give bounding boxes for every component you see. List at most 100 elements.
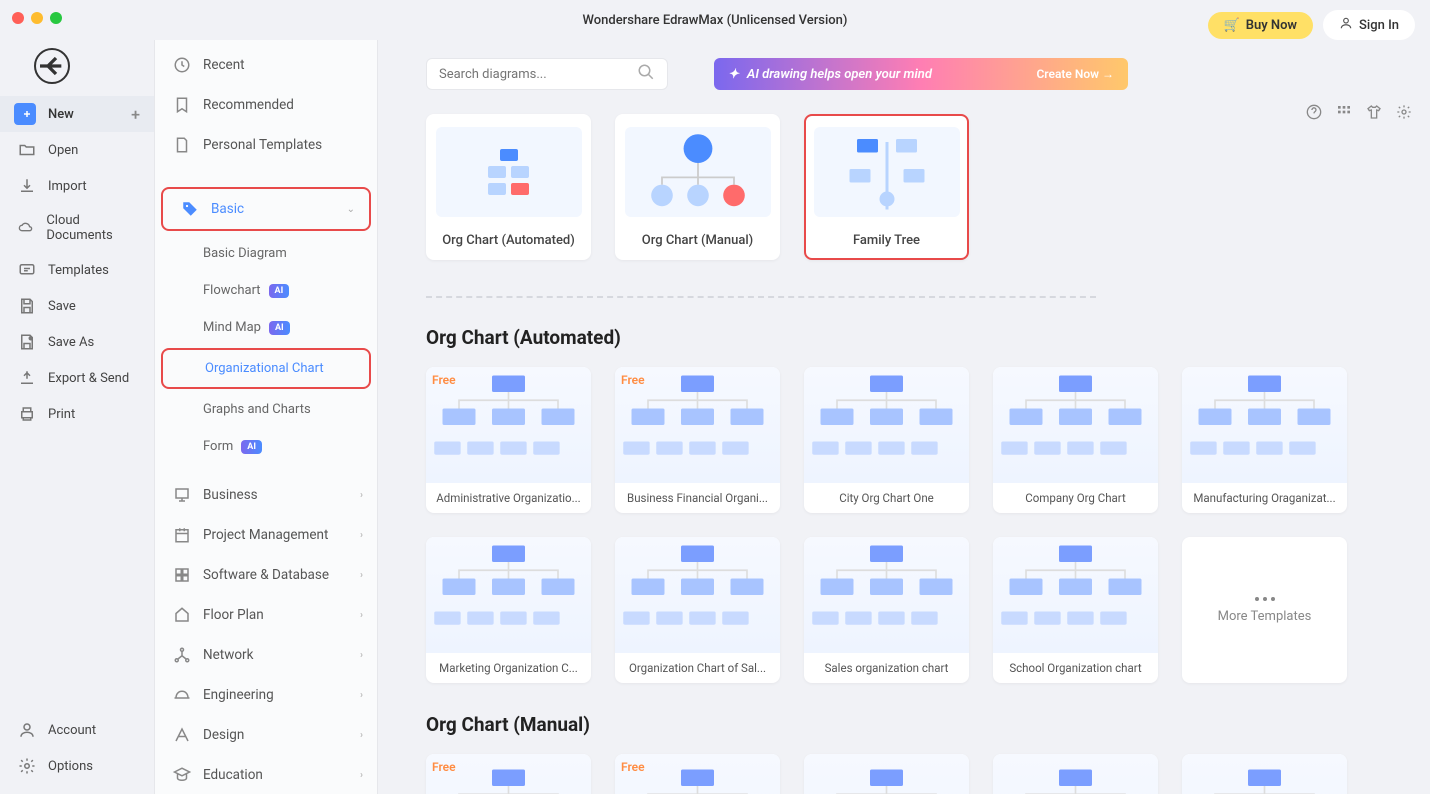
template-tile[interactable]: Company Org Chart bbox=[993, 367, 1158, 513]
chevron-right-icon: › bbox=[360, 770, 363, 781]
tile-label: City Org Chart One bbox=[804, 483, 969, 513]
tile-label: Sales organization chart bbox=[804, 653, 969, 683]
template-tile[interactable]: Free bbox=[615, 754, 780, 794]
tile-preview bbox=[1182, 367, 1347, 483]
create-now-button[interactable]: Create Now → bbox=[1036, 67, 1114, 81]
category-label: Engineering bbox=[203, 687, 274, 703]
category-engineering[interactable]: Engineering› bbox=[155, 675, 377, 715]
card-label: Family Tree bbox=[853, 233, 920, 248]
document-icon bbox=[173, 136, 191, 154]
search-box[interactable] bbox=[426, 58, 668, 90]
download-icon bbox=[18, 177, 36, 195]
chevron-right-icon: › bbox=[360, 490, 363, 501]
category-floor-plan[interactable]: Floor Plan› bbox=[155, 595, 377, 635]
featured-card-org-chart-manual-[interactable]: Org Chart (Manual) bbox=[615, 114, 780, 260]
category-project-management[interactable]: Project Management› bbox=[155, 515, 377, 555]
category-recommended[interactable]: Recommended bbox=[155, 85, 377, 125]
category-education[interactable]: Education › bbox=[155, 755, 377, 794]
category-network[interactable]: Network› bbox=[155, 635, 377, 675]
nav-import[interactable]: Import bbox=[0, 168, 154, 204]
settings-icon[interactable] bbox=[1396, 104, 1412, 124]
network-icon bbox=[173, 646, 191, 664]
category-software-database[interactable]: Software & Database› bbox=[155, 555, 377, 595]
section-title: Org Chart (Automated) bbox=[426, 326, 1400, 349]
calendar-icon bbox=[173, 526, 191, 544]
tile-label: Administrative Organizatio... bbox=[426, 483, 591, 513]
shirt-icon[interactable] bbox=[1366, 104, 1382, 124]
subcategory-label: Basic Diagram bbox=[203, 246, 287, 261]
subcategory-basic-diagram[interactable]: Basic Diagram bbox=[155, 235, 377, 272]
tile-preview bbox=[426, 537, 591, 653]
subcategory-label: Mind Map bbox=[203, 320, 261, 335]
grid-icon bbox=[173, 566, 191, 584]
category-label: Floor Plan bbox=[203, 607, 264, 623]
ai-banner[interactable]: ✦ AI drawing helps open your mind Create… bbox=[714, 58, 1128, 90]
template-tile[interactable]: City Org Chart One bbox=[804, 367, 969, 513]
template-tile[interactable] bbox=[1182, 754, 1347, 794]
category-basic[interactable]: Basic⌄ bbox=[161, 187, 371, 231]
subcategory-flowchart[interactable]: FlowchartAI bbox=[155, 272, 377, 309]
subcategory-graphs-and-charts[interactable]: Graphs and Charts bbox=[155, 391, 377, 428]
nav-cloud-documents[interactable]: Cloud Documents bbox=[0, 204, 154, 252]
nav-save[interactable]: Save bbox=[0, 288, 154, 324]
back-button[interactable] bbox=[34, 48, 70, 84]
nav-label: Print bbox=[48, 407, 75, 422]
template-tile[interactable]: Marketing Organization C... bbox=[426, 537, 591, 683]
left-nav: New+OpenImportCloud DocumentsTemplatesSa… bbox=[0, 40, 155, 794]
category-recent[interactable]: Recent bbox=[155, 45, 377, 85]
education-icon bbox=[173, 766, 191, 784]
hardhat-icon bbox=[173, 686, 191, 704]
sign-in-label: Sign In bbox=[1359, 18, 1399, 33]
template-tile[interactable] bbox=[804, 754, 969, 794]
tile-preview bbox=[993, 754, 1158, 794]
tile-label: Business Financial Organi... bbox=[615, 483, 780, 513]
nav-options[interactable]: Options bbox=[0, 748, 154, 784]
gear-icon bbox=[18, 757, 36, 775]
tile-preview bbox=[615, 537, 780, 653]
more-templates-tile[interactable]: More Templates bbox=[1182, 537, 1347, 683]
print-icon bbox=[18, 405, 36, 423]
subcategory-organizational-chart[interactable]: Organizational Chart bbox=[161, 348, 371, 389]
more-icon bbox=[1255, 597, 1275, 601]
help-icon[interactable] bbox=[1306, 104, 1322, 124]
template-tile[interactable]: Sales organization chart bbox=[804, 537, 969, 683]
tag-icon bbox=[181, 200, 199, 218]
chevron-right-icon: › bbox=[360, 570, 363, 581]
category-personal-templates[interactable]: Personal Templates bbox=[155, 125, 377, 165]
template-tile[interactable]: Organization Chart of Sal... bbox=[615, 537, 780, 683]
featured-card-family-tree[interactable]: Family Tree bbox=[804, 114, 969, 260]
free-badge: Free bbox=[621, 760, 645, 774]
template-tile[interactable]: FreeAdministrative Organizatio... bbox=[426, 367, 591, 513]
message-icon bbox=[18, 261, 36, 279]
nav-open[interactable]: Open bbox=[0, 132, 154, 168]
sign-in-button[interactable]: Sign In bbox=[1323, 10, 1415, 40]
tile-preview bbox=[1182, 754, 1347, 794]
ai-badge: AI bbox=[241, 440, 262, 454]
section-divider bbox=[426, 296, 1096, 298]
search-input[interactable] bbox=[439, 67, 637, 82]
category-label: Education bbox=[203, 767, 263, 783]
template-tile[interactable]: FreeBusiness Financial Organi... bbox=[615, 367, 780, 513]
search-icon[interactable] bbox=[637, 63, 655, 85]
nav-print[interactable]: Print bbox=[0, 396, 154, 432]
plus-icon[interactable]: + bbox=[131, 105, 140, 124]
template-tile[interactable]: School Organization chart bbox=[993, 537, 1158, 683]
buy-now-button[interactable]: 🛒 Buy Now bbox=[1208, 12, 1314, 39]
nav-templates[interactable]: Templates bbox=[0, 252, 154, 288]
template-tile[interactable]: Manufacturing Oraganizat... bbox=[1182, 367, 1347, 513]
featured-card-org-chart-automated-[interactable]: Org Chart (Automated) bbox=[426, 114, 591, 260]
category-design[interactable]: Design› bbox=[155, 715, 377, 755]
subcategory-mind-map[interactable]: Mind MapAI bbox=[155, 309, 377, 346]
template-tile[interactable]: Free bbox=[426, 754, 591, 794]
folder-icon bbox=[18, 141, 36, 159]
subcategory-form[interactable]: FormAI bbox=[155, 428, 377, 465]
nav-account[interactable]: Account bbox=[0, 712, 154, 748]
chevron-down-icon: ⌄ bbox=[347, 204, 355, 215]
nav-save-as[interactable]: Save As bbox=[0, 324, 154, 360]
category-business[interactable]: Business› bbox=[155, 475, 377, 515]
subcategory-label: Graphs and Charts bbox=[203, 402, 311, 417]
nav-new[interactable]: New+ bbox=[0, 96, 154, 132]
apps-icon[interactable] bbox=[1336, 104, 1352, 124]
nav-export-send[interactable]: Export & Send bbox=[0, 360, 154, 396]
template-tile[interactable] bbox=[993, 754, 1158, 794]
